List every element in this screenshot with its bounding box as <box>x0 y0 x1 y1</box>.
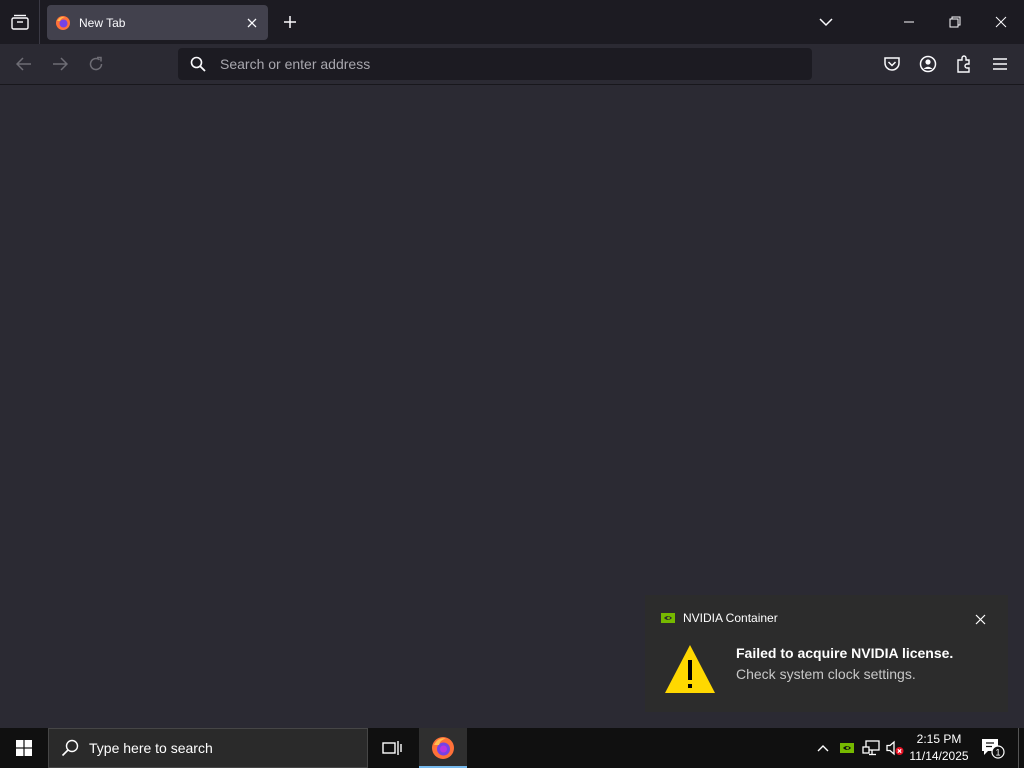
search-icon <box>190 56 206 72</box>
address-bar[interactable] <box>178 48 812 80</box>
tray-network-button[interactable] <box>860 728 882 768</box>
pocket-icon <box>884 57 900 71</box>
tab-list-icon <box>10 14 29 30</box>
show-desktop-button[interactable] <box>1018 728 1024 768</box>
app-menu-button[interactable] <box>986 50 1014 78</box>
close-tab-button[interactable] <box>244 15 260 31</box>
firefox-icon <box>432 737 454 759</box>
start-button[interactable] <box>0 728 48 768</box>
notification-count-badge: 1 <box>995 748 1000 758</box>
clock-time: 2:15 PM <box>916 732 962 746</box>
taskbar-firefox-button[interactable] <box>419 728 467 768</box>
tray-nvidia-button[interactable] <box>836 728 858 768</box>
toast-app-name: NVIDIA Container <box>683 611 778 625</box>
windows-logo-icon <box>16 740 32 756</box>
address-input[interactable] <box>220 56 812 72</box>
taskbar-clock[interactable]: 2:15 PM 11/14/2025 <box>904 731 974 765</box>
taskbar: Type here to search 2:15 PM 11/14/2025 1 <box>0 728 1024 768</box>
arrow-right-icon <box>53 57 68 71</box>
tray-volume-button[interactable] <box>884 728 906 768</box>
chevron-up-icon <box>817 745 829 752</box>
toast-header: NVIDIA Container <box>661 611 778 625</box>
minimize-button[interactable] <box>886 0 932 44</box>
arrow-left-icon <box>16 57 31 71</box>
warning-icon <box>665 645 715 693</box>
taskbar-search-box[interactable]: Type here to search <box>48 728 368 768</box>
hamburger-menu-icon <box>993 58 1007 70</box>
firefox-favicon-icon <box>56 15 70 30</box>
nvidia-tray-icon <box>840 743 854 753</box>
toast-close-button[interactable] <box>972 611 988 627</box>
restore-button[interactable] <box>932 0 978 44</box>
plus-icon <box>284 16 296 28</box>
list-all-tabs-button[interactable] <box>0 0 40 44</box>
tabs-overflow-button[interactable] <box>812 8 840 36</box>
tab-title: New Tab <box>79 15 126 30</box>
search-icon <box>61 739 79 757</box>
close-icon <box>975 614 985 624</box>
toast-body: Check system clock settings. <box>736 666 916 682</box>
tab-strip: New Tab <box>0 0 1024 44</box>
minimize-icon <box>904 21 914 23</box>
tab-new-tab[interactable]: New Tab <box>47 5 268 40</box>
restore-icon <box>949 16 961 28</box>
toast-title: Failed to acquire NVIDIA license. <box>736 645 954 661</box>
nvidia-logo-icon <box>661 613 675 623</box>
task-view-button[interactable] <box>368 728 416 768</box>
new-tab-button[interactable] <box>276 8 304 36</box>
action-center-button[interactable]: 1 <box>978 728 1008 768</box>
close-icon <box>995 16 1007 28</box>
network-icon <box>862 740 880 756</box>
chevron-down-icon <box>819 18 833 27</box>
notification-center-icon: 1 <box>982 739 1005 759</box>
volume-muted-icon <box>886 740 904 756</box>
navigation-toolbar <box>0 44 1024 85</box>
notification-toast[interactable]: NVIDIA Container Failed to acquire NVIDI… <box>645 595 1008 712</box>
close-icon <box>247 18 257 27</box>
task-view-icon <box>382 741 402 755</box>
reload-button[interactable] <box>82 50 110 78</box>
clock-date: 11/14/2025 <box>909 749 969 763</box>
forward-button[interactable] <box>46 50 74 78</box>
show-hidden-icons-button[interactable] <box>812 728 834 768</box>
reload-icon <box>89 56 103 71</box>
extensions-button[interactable] <box>950 50 978 78</box>
back-button[interactable] <box>10 50 38 78</box>
pocket-button[interactable] <box>878 50 906 78</box>
close-window-button[interactable] <box>978 0 1024 44</box>
account-button[interactable] <box>914 50 942 78</box>
taskbar-search-placeholder: Type here to search <box>89 740 213 756</box>
puzzle-piece-icon <box>957 55 970 73</box>
account-icon <box>919 55 937 73</box>
